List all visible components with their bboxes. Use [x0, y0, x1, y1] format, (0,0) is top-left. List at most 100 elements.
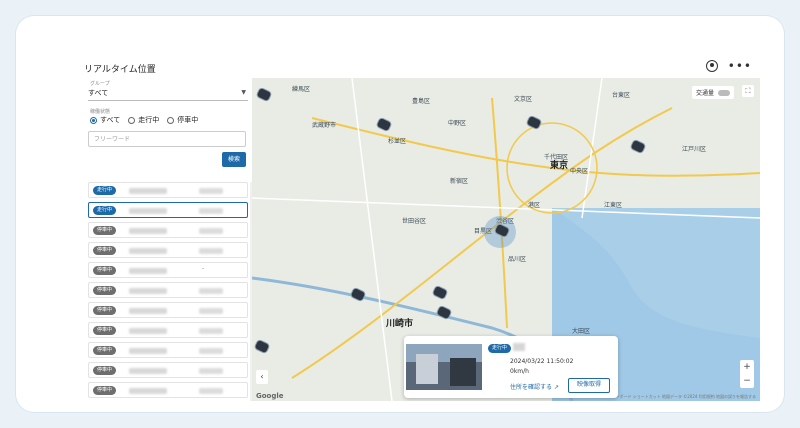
map-place-label: 台東区 [612, 92, 631, 99]
status-badge: 停車中 [93, 386, 117, 395]
status-badge: 走行中 [93, 206, 117, 215]
map-place-label: 中央区 [570, 168, 589, 175]
google-logo: Google [256, 392, 284, 400]
vehicle-name-redacted [129, 188, 167, 194]
toggle-switch-icon [718, 89, 730, 96]
address-link[interactable]: 住所を確認する ↗ [510, 382, 559, 391]
popup-speed: 0km/h [510, 368, 529, 375]
traffic-toggle[interactable]: 交通量 [691, 86, 734, 99]
vehicle-driver-redacted [199, 248, 223, 254]
map-place-label: 文京区 [514, 96, 533, 103]
status-badge: 停車中 [93, 346, 117, 355]
status-radio-group: すべて 走行中 停車中 [90, 115, 198, 125]
vehicle-driver-redacted [199, 328, 223, 334]
vehicle-name-redacted [129, 228, 167, 234]
vehicle-row[interactable]: 走行中 [88, 202, 248, 218]
vehicle-row[interactable]: 停車中 [88, 222, 248, 238]
vehicle-driver-redacted [199, 368, 223, 374]
vehicle-driver-redacted [199, 188, 223, 194]
vehicle-row[interactable]: 停車中 [88, 282, 248, 298]
vehicle-list: 走行中 走行中 停車中 停車中 停車中 - 停車中 停車中 停車中 停車中 停車中 停車中 [88, 182, 248, 401]
vehicle-row[interactable]: 停車中 [88, 302, 248, 318]
popup-datetime: 2024/03/22 11:50:02 [510, 358, 574, 365]
status-badge: 停車中 [93, 246, 117, 255]
status-badge: 停車中 [93, 366, 117, 375]
more-menu-icon[interactable]: ••• [728, 60, 752, 72]
external-link-icon: ↗ [553, 384, 559, 391]
radio-icon [90, 116, 97, 124]
top-icons: ••• [705, 60, 752, 72]
map-place-label: 港区 [528, 202, 541, 209]
status-badge: 停車中 [93, 306, 117, 315]
status-badge: 停車中 [93, 286, 117, 295]
vehicle-info-popup: 走行中 2024/03/22 11:50:02 0km/h 住所を確認する ↗ … [404, 336, 618, 398]
vehicle-name-redacted [129, 268, 167, 274]
vehicle-name-redacted [129, 328, 167, 334]
vehicle-driver-redacted [199, 228, 223, 234]
collapse-panel-button[interactable]: ‹ [256, 370, 268, 384]
chevron-down-icon: ▼ [241, 89, 246, 96]
map-attribution[interactable]: キーボード ショートカット 地図データ ©2024 利用規約 地図の誤りを報告す… [611, 394, 756, 400]
freeword-input[interactable]: フリーワード [88, 131, 246, 147]
popup-status-badge: 走行中 [488, 344, 512, 353]
status-badge: 停車中 [93, 326, 117, 335]
map-place-label: 武蔵野市 [312, 122, 337, 129]
map-place-label: 杉並区 [388, 138, 407, 145]
app-window: リアルタイム位置 ••• グループ すべて ▼ 稼働状態 すべて 走行中 停車中… [76, 56, 760, 401]
status-badge: 停車中 [93, 226, 117, 235]
status-badge: 走行中 [93, 186, 117, 195]
zoom-controls: + − [740, 360, 754, 388]
map-place-label: 練馬区 [292, 86, 311, 93]
vehicle-row[interactable]: 停車中 [88, 362, 248, 378]
radio-icon [167, 116, 175, 124]
account-icon[interactable] [705, 60, 718, 72]
search-button[interactable]: 検索 [222, 152, 246, 167]
map-place-label: 世田谷区 [402, 218, 427, 225]
vehicle-name-redacted [129, 308, 167, 314]
status-radio-all[interactable]: すべて [90, 115, 120, 125]
vehicle-row[interactable]: 停車中 [88, 322, 248, 338]
zoom-in-button[interactable]: + [740, 360, 754, 374]
radio-icon [128, 116, 136, 124]
vehicle-name-redacted [129, 388, 167, 394]
vehicle-driver-empty: - [202, 265, 205, 272]
vehicle-name-redacted [129, 248, 167, 254]
vehicle-name-redacted [129, 208, 167, 214]
group-select-value: すべて [88, 89, 109, 97]
map-place-label: 東京 [550, 161, 569, 171]
camera-thumbnail[interactable] [406, 344, 482, 390]
vehicle-driver-redacted [199, 388, 223, 394]
status-radio-running[interactable]: 走行中 [128, 115, 159, 125]
vehicle-name-redacted [129, 288, 167, 294]
screenshot-frame: リアルタイム位置 ••• グループ すべて ▼ 稼働状態 すべて 走行中 停車中… [16, 16, 784, 412]
map-place-label: 江東区 [604, 202, 623, 209]
map-place-label: 大田区 [572, 328, 591, 335]
status-radio-stopped[interactable]: 停車中 [167, 115, 198, 125]
map-view[interactable]: 練馬区 文京区 台東区 豊島区 中野区 杉並区 新宿区 千代田区 東京 中央区 江戸川区 渋谷区 港区江… [252, 78, 760, 401]
vehicle-driver-redacted [199, 348, 223, 354]
map-place-label: 豊島区 [412, 98, 431, 105]
map-place-label: 新宿区 [450, 178, 469, 185]
vehicle-row[interactable]: 停車中 [88, 342, 248, 358]
vehicle-name-redacted [129, 348, 167, 354]
zoom-out-button[interactable]: − [740, 374, 754, 388]
search-sidebar: グループ すべて ▼ 稼働状態 すべて 走行中 停車中 フリーワード 検索 走行… [80, 78, 253, 401]
group-select[interactable]: すべて ▼ [88, 86, 248, 101]
fullscreen-icon[interactable]: ⛶ [742, 85, 754, 97]
map-place-label: 川崎市 [386, 319, 414, 329]
vehicle-driver-redacted [199, 308, 223, 314]
vehicle-row[interactable]: 停車中 [88, 242, 248, 258]
vehicle-driver-redacted [199, 208, 223, 214]
vehicle-row[interactable]: 停車中 - [88, 262, 248, 278]
vehicle-row[interactable]: 走行中 [88, 182, 248, 198]
vehicle-row[interactable]: 停車中 [88, 382, 248, 398]
status-label: 稼働状態 [90, 109, 111, 115]
capture-video-button[interactable]: 映像取得 [568, 378, 610, 393]
map-place-label: 品川区 [508, 256, 527, 263]
map-place-label: 中野区 [448, 120, 467, 127]
popup-vehicle-name [513, 343, 525, 351]
page-title: リアルタイム位置 [84, 65, 156, 75]
status-badge: 停車中 [93, 266, 117, 275]
vehicle-name-redacted [129, 368, 167, 374]
traffic-label: 交通量 [695, 90, 714, 97]
